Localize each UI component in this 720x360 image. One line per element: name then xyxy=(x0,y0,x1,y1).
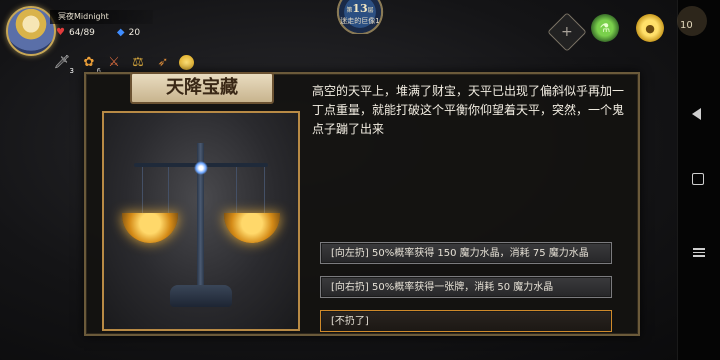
scale-pan-left xyxy=(122,213,178,243)
floor-number: 第13层 xyxy=(340,2,380,15)
bag-count: 10 xyxy=(680,20,693,31)
home-button[interactable] xyxy=(692,173,706,187)
scale-chain xyxy=(142,165,143,215)
scale-gem xyxy=(194,161,208,175)
option-throw-right[interactable]: [向右扔] 50%概率获得一张牌，消耗 50 魔力水晶 xyxy=(320,276,612,298)
floor-suffix: 层 xyxy=(367,7,374,14)
inventory-item-flower[interactable]: ✿ 6 xyxy=(79,52,101,76)
floor-subtitle: 迷走的巨像1 xyxy=(340,17,380,25)
menu-line xyxy=(693,255,705,257)
option-throw-left[interactable]: [向左扔] 50%概率获得 150 魔力水晶，消耗 75 魔力水晶 xyxy=(320,242,612,264)
inventory-item-sword[interactable]: ⚔ xyxy=(104,52,124,72)
hero-avatar[interactable] xyxy=(6,6,56,56)
torch-icon: ➶ xyxy=(157,54,169,70)
mana-crystal-icon: ◆ xyxy=(116,27,125,38)
gold-orb-icon xyxy=(178,54,194,70)
back-icon xyxy=(692,108,701,120)
item-count: 3 xyxy=(69,67,74,75)
coin-icon: ● xyxy=(645,21,655,35)
event-illustration xyxy=(102,111,300,331)
heart-icon: ♥ xyxy=(56,27,65,38)
floor-value: 13 xyxy=(352,2,368,15)
back-button[interactable] xyxy=(692,108,706,122)
mana-value: 20 xyxy=(128,27,141,38)
scale-chain xyxy=(236,165,237,215)
flower-icon: ✿ xyxy=(83,54,95,70)
potion-button[interactable]: ⚗ xyxy=(591,14,619,42)
scale-base xyxy=(170,285,232,307)
option-dont-throw[interactable]: [不扔了] xyxy=(320,310,612,332)
dagger-icon: 🗡 xyxy=(53,54,71,70)
event-description: 高空的天平上，堆满了财宝，天平已出现了偏斜似乎再加一丁点重量，就能打破这个平衡你… xyxy=(312,84,625,136)
hero-name: 冥夜Midnight xyxy=(50,10,153,24)
scale-chain xyxy=(168,165,169,215)
scale-pan-right xyxy=(224,213,280,243)
coin-button[interactable]: ● xyxy=(636,14,664,42)
scales-icon: ⚖ xyxy=(132,54,144,70)
menu-button[interactable] xyxy=(692,246,706,260)
inventory-item-gold-orb[interactable] xyxy=(176,52,196,72)
home-icon xyxy=(692,173,704,185)
inventory-item-scales[interactable]: ⚖ xyxy=(128,52,148,72)
scale-chain xyxy=(264,165,265,215)
hp-value: 64/89 xyxy=(68,27,95,38)
potion-icon: ⚗ xyxy=(599,21,611,35)
event-title: 天降宝藏 xyxy=(130,72,274,104)
menu-line xyxy=(693,248,705,250)
add-button[interactable]: + xyxy=(547,12,587,52)
inventory-item-torch[interactable]: ➶ xyxy=(153,52,173,72)
hero-stats: ♥ 64/89 ◆ 20 xyxy=(56,27,140,38)
inventory-item-dagger[interactable]: 🗡 3 xyxy=(52,52,74,76)
menu-line xyxy=(693,251,705,253)
plus-icon: + xyxy=(561,23,573,40)
sword-icon: ⚔ xyxy=(108,54,120,70)
system-nav-bar xyxy=(677,0,720,360)
